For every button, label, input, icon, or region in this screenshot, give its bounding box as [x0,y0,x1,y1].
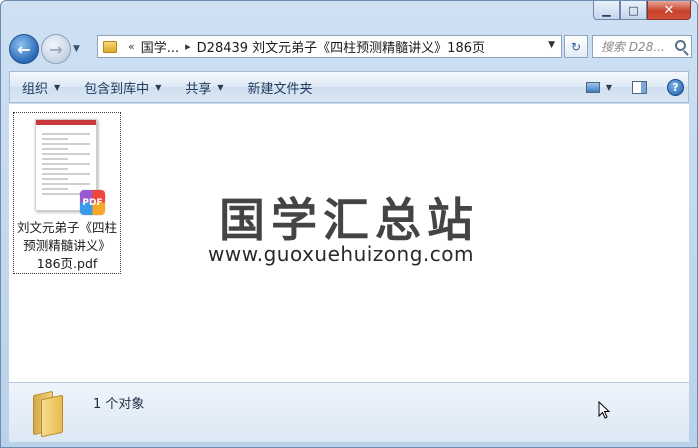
include-in-library-menu[interactable]: 包含到库中 ▼ [72,72,173,102]
thumbnail-text-line [42,173,90,175]
pdf-file-icon: PDF [80,190,105,215]
close-icon: ✕ [663,2,675,18]
folder-icon [29,389,67,438]
command-toolbar: 组织 ▼ 包含到库中 ▼ 共享 ▼ 新建文件夹 ▼ ? [9,71,689,103]
folder-icon [103,40,117,53]
recent-pages-dropdown[interactable]: ▼ [73,44,80,54]
thumbnail-text-line [42,148,68,150]
watermark-url: www.guoxuehuizong.com [208,242,474,266]
breadcrumb-current[interactable]: D28439 刘文元弟子《四柱预测精髓讲义》186页 [197,37,485,56]
file-name-label: 刘文元弟子《四柱 预测精髓讲义》 186页.pdf [14,219,120,273]
search-input[interactable]: 搜索 D28... [592,35,692,58]
back-button[interactable]: ← [9,34,39,64]
explorer-window: ▁ □ ✕ ← → ▼ « 国学... ▸ D28439 刘文元弟子《四柱预测精… [0,0,698,448]
file-name-line: 刘文元弟子《四柱 [16,220,117,235]
thumbnail-text-line [42,183,90,185]
navigation-bar: ← → ▼ « 国学... ▸ D28439 刘文元弟子《四柱预测精髓讲义》18… [9,31,692,67]
maximize-icon: □ [628,3,639,17]
include-in-library-label: 包含到库中 [84,81,150,97]
minimize-button[interactable]: ▁ [593,1,620,20]
thumbnail-text-line [42,138,68,140]
share-menu[interactable]: 共享 ▼ [173,72,235,102]
breadcrumb-parent[interactable]: 国学... [141,37,179,56]
thumbnail-text-line [42,133,90,135]
help-icon[interactable]: ? [667,78,684,96]
caption-buttons: ▁ □ ✕ [593,1,691,21]
search-placeholder: 搜索 D28... [601,40,665,54]
share-label: 共享 [185,81,212,97]
thumbnail-text-line [42,188,68,190]
chevron-down-icon: ▼ [217,82,224,92]
details-pane: 1 个对象 [9,382,689,442]
folder-front-shape [41,394,63,438]
refresh-icon: ↻ [570,39,582,54]
item-count-text: 1 个对象 [93,397,145,412]
breadcrumb-separator-icon[interactable]: ▸ [185,40,191,53]
organize-menu[interactable]: 组织 ▼ [10,72,72,102]
organize-label: 组织 [22,81,49,97]
mouse-cursor-icon [598,401,610,419]
thumbnail-text-line [42,178,68,180]
file-name-line: 预测精髓讲义》 [23,238,111,253]
close-button[interactable]: ✕ [647,1,691,20]
back-arrow-icon: ← [17,39,31,59]
change-view-icon[interactable] [585,81,600,93]
minimize-icon: ▁ [602,3,611,17]
toolbar-right-group: ▼ ? [585,72,684,102]
chevron-down-icon: ▼ [54,82,61,92]
file-name-line: 186页.pdf [36,256,98,271]
thumbnail-text-line [42,168,68,170]
thumbnail-text-line [42,163,90,165]
file-list-area[interactable]: PDF 刘文元弟子《四柱 预测精髓讲义》 186页.pdf 国学汇总站 www.… [9,104,689,382]
thumbnail-text-line [42,143,90,145]
preview-pane-icon[interactable] [632,80,647,94]
overflow-chevron-icon[interactable]: « [128,40,135,53]
thumbnail-header-bar [36,120,96,125]
new-folder-button[interactable]: 新建文件夹 [236,72,325,102]
refresh-button[interactable]: ↻ [564,35,588,58]
address-bar[interactable]: « 国学... ▸ D28439 刘文元弟子《四柱预测精髓讲义》186页 ▼ [97,35,562,58]
address-dropdown-icon[interactable]: ▼ [548,40,555,50]
watermark-title: 国学汇总站 [219,193,479,247]
file-item[interactable]: PDF 刘文元弟子《四柱 预测精髓讲义》 186页.pdf [13,112,121,274]
new-folder-label: 新建文件夹 [247,81,313,97]
maximize-button[interactable]: □ [620,1,647,20]
chevron-down-icon: ▼ [155,82,162,92]
thumbnail-text-line [42,153,90,155]
thumbnail-text-line [42,158,68,160]
forward-button[interactable]: → [41,34,71,64]
search-icon[interactable] [675,40,686,51]
view-options-dropdown-icon[interactable]: ▼ [606,83,612,92]
forward-arrow-icon: → [49,39,63,59]
